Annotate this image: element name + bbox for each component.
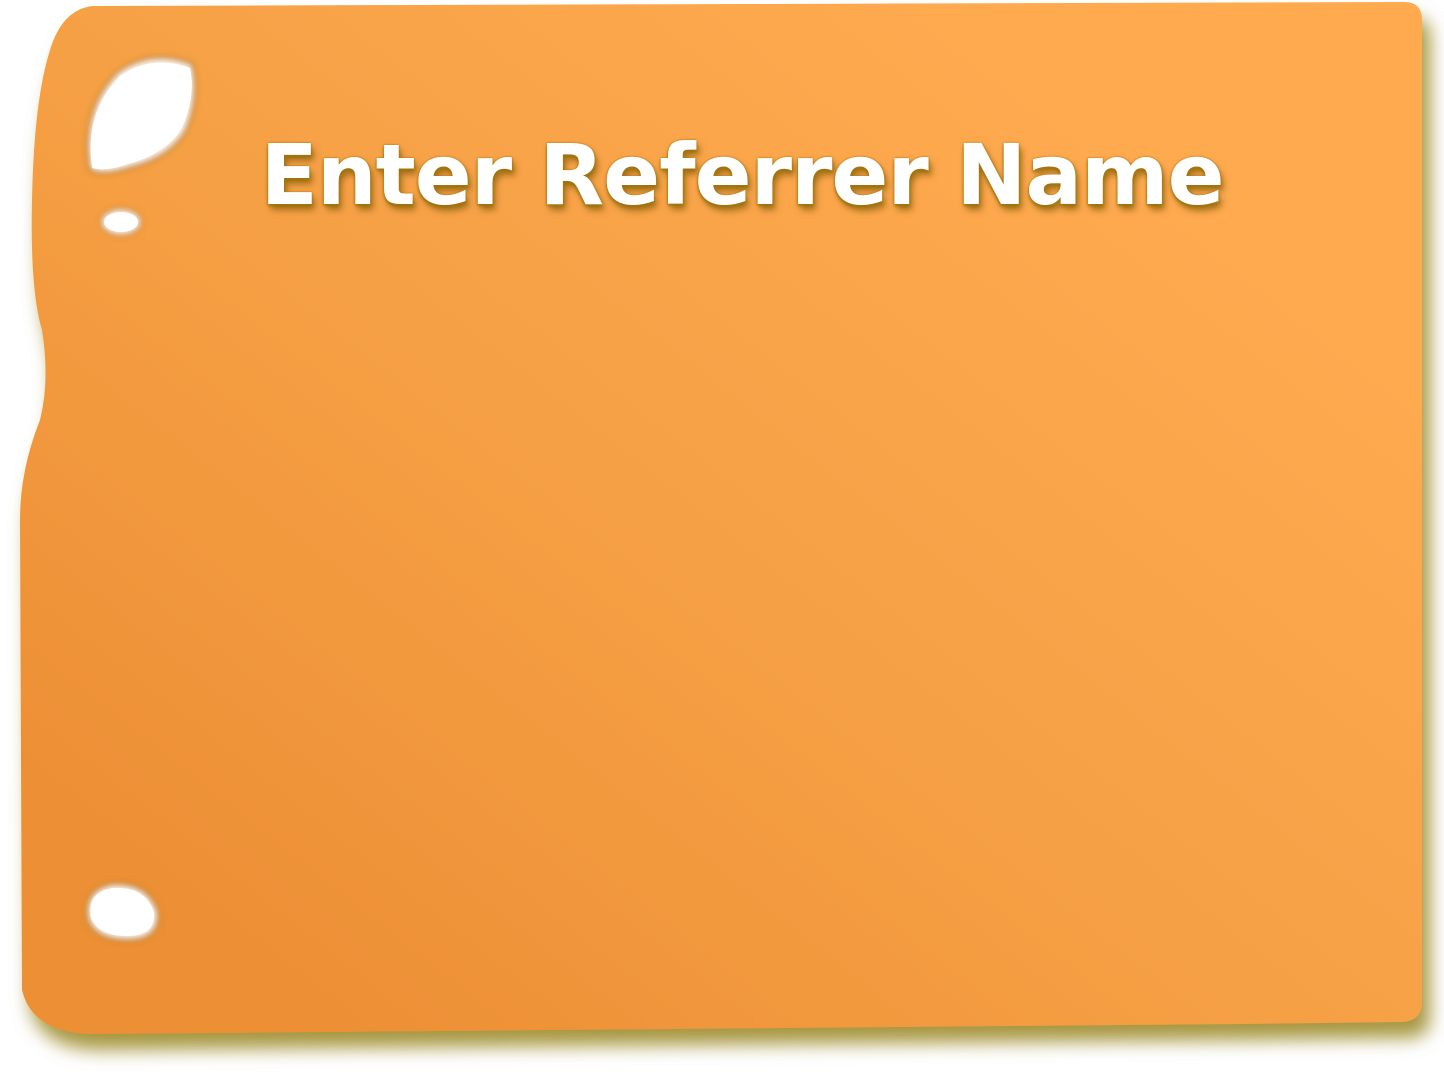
referrer-name-input-area[interactable] [150,280,1310,900]
dialog-title: Enter Referrer Name [260,126,1224,224]
rivet-hole-icon [85,881,161,943]
referrer-name-dialog: Enter Referrer Name [0,0,1444,1082]
rivet-hole-icon [99,207,143,237]
